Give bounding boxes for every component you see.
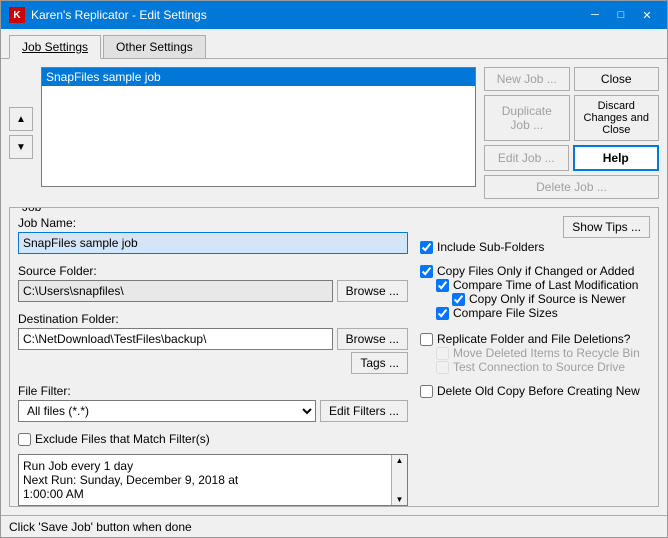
copy-only-changed-checkbox[interactable]: [420, 265, 433, 278]
schedule-line1: Run Job every 1 day: [23, 459, 403, 473]
statusbar: Click 'Save Job' button when done: [1, 515, 667, 537]
file-filter-label: File Filter:: [18, 384, 408, 398]
app-icon: K: [9, 7, 25, 23]
job-name-label: Job Name:: [18, 216, 408, 230]
copy-only-changed-label: Copy Files Only if Changed or Added: [437, 264, 634, 278]
file-filter-row: File Filter: All files (*.*) Edit Filter…: [18, 384, 408, 422]
show-tips-button[interactable]: Show Tips ...: [563, 216, 650, 238]
exclude-checkbox[interactable]: [18, 433, 31, 446]
job-list-item[interactable]: SnapFiles sample job: [42, 68, 475, 86]
include-subfolders-checkbox[interactable]: [420, 241, 433, 254]
move-up-button[interactable]: ▲: [9, 107, 33, 131]
buttons-row3: Edit Job ... Help: [484, 145, 659, 171]
test-connection-checkbox[interactable]: [436, 361, 449, 374]
compare-time-row: Compare Time of Last Modification: [436, 278, 650, 292]
scroll-up[interactable]: ▲: [392, 455, 407, 466]
deletion-options-group: Replicate Folder and File Deletions? Mov…: [420, 332, 650, 374]
tab-other-settings[interactable]: Other Settings: [103, 35, 206, 58]
exclude-label: Exclude Files that Match Filter(s): [35, 432, 210, 446]
schedule-line2: Next Run: Sunday, December 9, 2018 at: [23, 473, 403, 487]
maximize-button[interactable]: □: [609, 6, 633, 24]
scroll-down[interactable]: ▼: [392, 494, 407, 505]
destination-folder-row: Destination Folder: Browse ... Tags ...: [18, 312, 408, 374]
exclude-checkbox-row: Exclude Files that Match Filter(s): [18, 432, 408, 446]
scroll-bar[interactable]: ▲ ▼: [391, 455, 407, 505]
schedule-area-wrapper: Run Job every 1 day Next Run: Sunday, De…: [18, 454, 408, 506]
buttons-row2: Duplicate Job ... Discard Changes and Cl…: [484, 95, 659, 141]
window-title: Karen's Replicator - Edit Settings: [31, 8, 207, 22]
replicate-deletions-row: Replicate Folder and File Deletions?: [420, 332, 650, 346]
titlebar: K Karen's Replicator - Edit Settings ─ □…: [1, 1, 667, 29]
delete-old-copy-checkbox[interactable]: [420, 385, 433, 398]
close-button-main[interactable]: Close: [574, 67, 660, 91]
browse-dest-button[interactable]: Browse ...: [337, 328, 408, 350]
main-window: K Karen's Replicator - Edit Settings ─ □…: [0, 0, 668, 538]
test-connection-label: Test Connection to Source Drive: [453, 360, 625, 374]
main-content: ▲ ▼ SnapFiles sample job New Job ... Clo…: [1, 59, 667, 515]
group-label: Job: [18, 207, 45, 214]
source-folder-input[interactable]: [18, 280, 333, 302]
window-controls: ─ □ ✕: [583, 6, 659, 24]
buttons-row1: New Job ... Close: [484, 67, 659, 91]
test-connection-row: Test Connection to Source Drive: [436, 360, 650, 374]
statusbar-text: Click 'Save Job' button when done: [9, 520, 192, 534]
edit-filters-button[interactable]: Edit Filters ...: [320, 400, 408, 422]
compare-sizes-checkbox[interactable]: [436, 307, 449, 320]
browse-source-button[interactable]: Browse ...: [337, 280, 408, 302]
new-job-button[interactable]: New Job ...: [484, 67, 570, 91]
move-to-recycle-checkbox[interactable]: [436, 347, 449, 360]
tags-button[interactable]: Tags ...: [351, 352, 408, 374]
top-section: ▲ ▼ SnapFiles sample job New Job ... Clo…: [9, 67, 659, 199]
move-down-button[interactable]: ▼: [9, 135, 33, 159]
move-to-recycle-row: Move Deleted Items to Recycle Bin: [436, 346, 650, 360]
minimize-button[interactable]: ─: [583, 6, 607, 24]
close-button[interactable]: ✕: [635, 6, 659, 24]
job-list[interactable]: SnapFiles sample job: [41, 67, 476, 187]
compare-time-checkbox[interactable]: [436, 279, 449, 292]
compare-sizes-row: Compare File Sizes: [436, 306, 650, 320]
left-column: Job Name: Source Folder: Browse ... Dest: [18, 216, 408, 498]
list-controls: ▲ ▼: [9, 67, 33, 199]
include-subfolders-label: Include Sub-Folders: [437, 240, 544, 254]
replicate-deletions-checkbox[interactable]: [420, 333, 433, 346]
compare-time-label: Compare Time of Last Modification: [453, 278, 638, 292]
copy-only-newer-label: Copy Only if Source is Newer: [469, 292, 626, 306]
discard-changes-button[interactable]: Discard Changes and Close: [574, 95, 660, 141]
duplicate-job-button[interactable]: Duplicate Job ...: [484, 95, 570, 141]
copy-only-newer-row: Copy Only if Source is Newer: [452, 292, 650, 306]
delete-old-copy-label: Delete Old Copy Before Creating New: [437, 384, 640, 398]
buttons-row4: Delete Job ...: [484, 175, 659, 199]
copy-options-group: Copy Files Only if Changed or Added Comp…: [420, 264, 650, 320]
source-folder-label: Source Folder:: [18, 264, 408, 278]
job-name-input[interactable]: [18, 232, 408, 254]
include-subfolders-row: Include Sub-Folders: [420, 240, 650, 254]
help-button[interactable]: Help: [573, 145, 660, 171]
destination-folder-input[interactable]: [18, 328, 333, 350]
compare-sizes-label: Compare File Sizes: [453, 306, 558, 320]
source-folder-row: Source Folder: Browse ...: [18, 264, 408, 302]
file-filter-select[interactable]: All files (*.*): [18, 400, 316, 422]
titlebar-left: K Karen's Replicator - Edit Settings: [9, 7, 207, 23]
schedule-line3: 1:00:00 AM: [23, 487, 403, 501]
delete-old-copy-row: Delete Old Copy Before Creating New: [420, 384, 650, 398]
delete-old-group: Delete Old Copy Before Creating New: [420, 384, 650, 398]
job-name-row: Job Name:: [18, 216, 408, 254]
job-form: Job Name: Source Folder: Browse ... Dest: [18, 216, 650, 498]
tab-job-settings[interactable]: Job Settings: [9, 35, 101, 59]
tabs-container: Job Settings Other Settings: [1, 29, 667, 59]
edit-job-button[interactable]: Edit Job ...: [484, 145, 569, 171]
schedule-area: Run Job every 1 day Next Run: Sunday, De…: [18, 454, 408, 506]
delete-job-button[interactable]: Delete Job ...: [484, 175, 659, 199]
copy-only-newer-checkbox[interactable]: [452, 293, 465, 306]
destination-folder-label: Destination Folder:: [18, 312, 408, 326]
copy-only-changed-row: Copy Files Only if Changed or Added: [420, 264, 650, 278]
job-group: Job Job Name: Source Folder:: [9, 207, 659, 507]
right-column: Show Tips ... Include Sub-Folders Copy F…: [420, 216, 650, 498]
replicate-deletions-label: Replicate Folder and File Deletions?: [437, 332, 630, 346]
action-buttons: New Job ... Close Duplicate Job ... Disc…: [484, 67, 659, 199]
move-to-recycle-label: Move Deleted Items to Recycle Bin: [453, 346, 640, 360]
